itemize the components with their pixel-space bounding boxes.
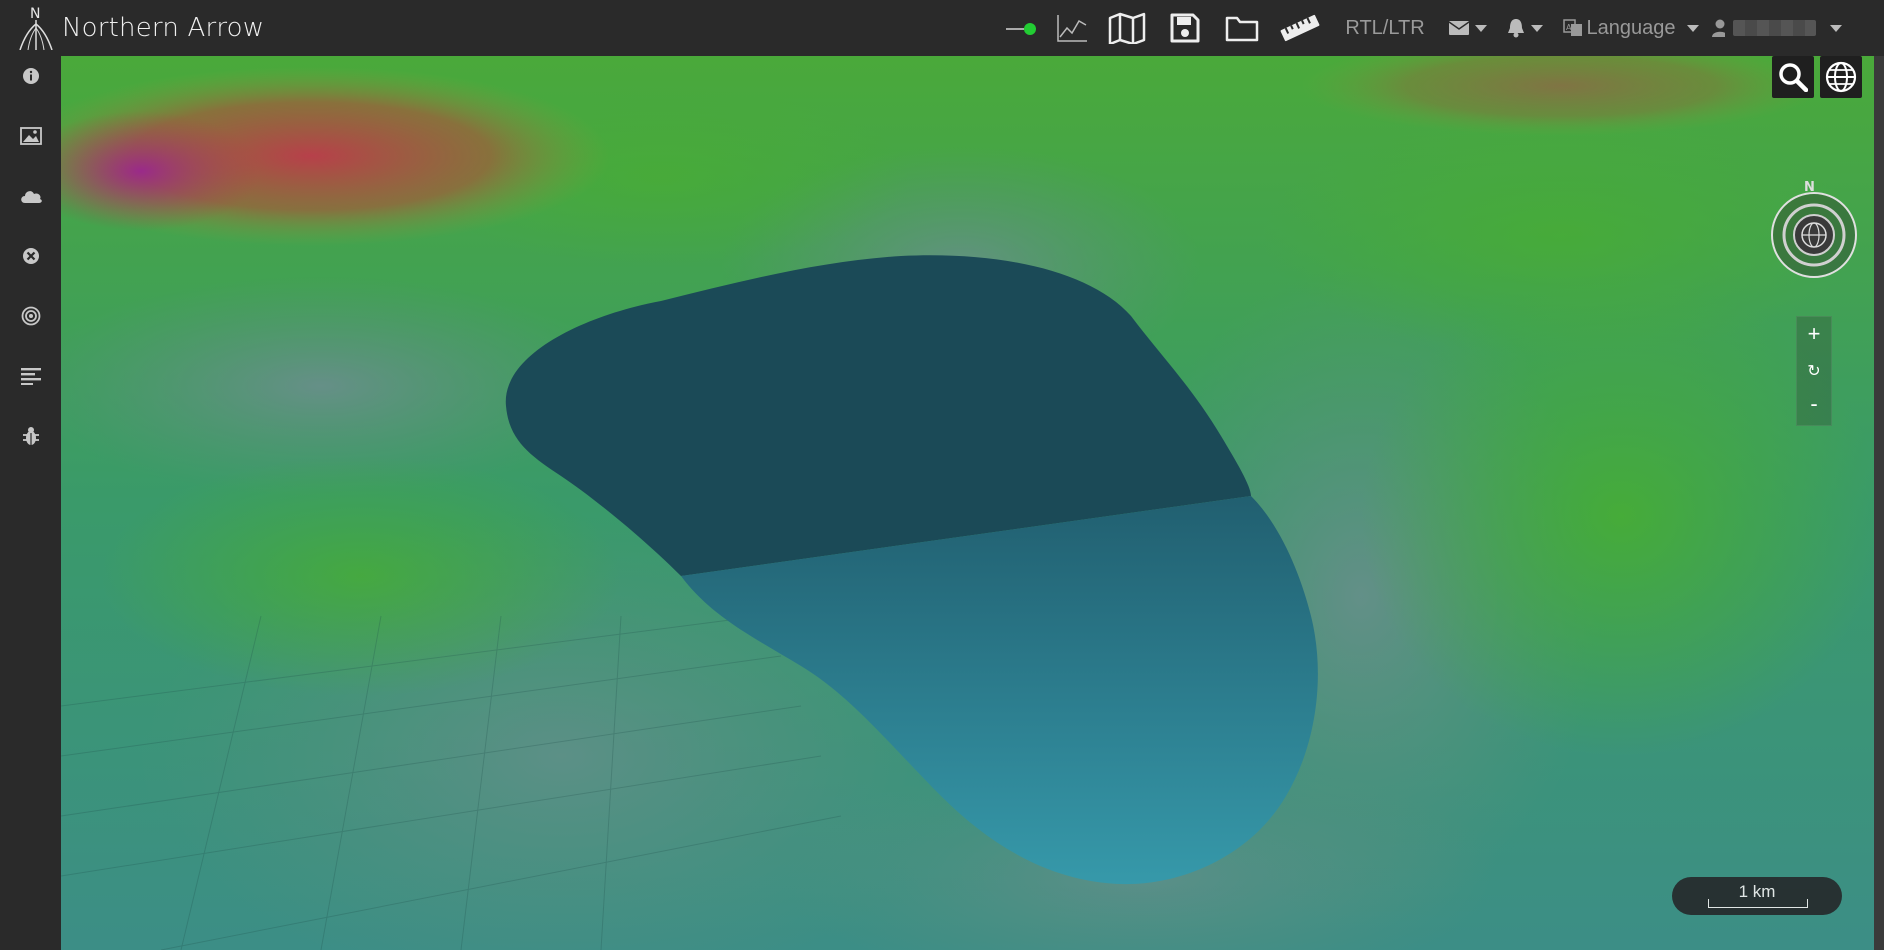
map-scale: 1 km	[1672, 877, 1842, 915]
zoom-out-button[interactable]: -	[1797, 387, 1831, 421]
svg-text:A: A	[1566, 23, 1572, 32]
map-search-button[interactable]	[1772, 56, 1814, 98]
direction-toggle-label: RTL/LTR	[1345, 16, 1425, 39]
search-icon	[1779, 63, 1808, 92]
map-button[interactable]	[1106, 0, 1148, 56]
bug-icon	[22, 427, 39, 445]
left-sidebar	[0, 56, 61, 950]
chevron-down-icon	[1687, 24, 1700, 32]
user-icon	[1712, 19, 1726, 37]
sidebar-target[interactable]	[0, 296, 61, 336]
navigation-compass[interactable]: N	[1770, 178, 1858, 278]
globe-icon	[1825, 61, 1857, 93]
line-chart-icon	[1057, 15, 1087, 42]
reset-view-button[interactable]: ↻	[1797, 354, 1831, 388]
top-bar: N Northern Arrow RTL/LTR A Language	[0, 0, 1884, 57]
northern-arrow-logo-icon: N	[14, 6, 60, 50]
measure-button[interactable]	[1278, 0, 1322, 56]
folder-icon	[1225, 16, 1259, 42]
envelope-icon	[1449, 21, 1469, 35]
cloud-icon	[20, 191, 42, 203]
zoom-controls: + ↻ -	[1796, 316, 1832, 426]
sidebar-layers[interactable]	[0, 356, 61, 396]
info-icon	[22, 68, 39, 84]
open-folder-button[interactable]	[1222, 0, 1262, 56]
profile-chart-button[interactable]	[1052, 0, 1092, 56]
user-dropdown[interactable]	[1712, 0, 1842, 56]
chevron-down-icon	[1830, 24, 1842, 32]
connection-status	[1000, 0, 1040, 56]
bell-icon	[1508, 19, 1524, 38]
brand[interactable]: N Northern Arrow	[14, 6, 264, 50]
chevron-down-icon	[1475, 24, 1487, 32]
user-name-redacted	[1733, 20, 1816, 36]
sidebar-debug[interactable]	[0, 416, 61, 456]
language-dropdown[interactable]: A Language	[1562, 0, 1700, 56]
map-viewport[interactable]	[61, 56, 1874, 950]
messages-dropdown[interactable]	[1446, 0, 1490, 56]
terrain-map	[61, 56, 1874, 950]
map-globe-button[interactable]	[1820, 56, 1862, 98]
chevron-down-icon	[1531, 24, 1543, 32]
sidebar-clear[interactable]	[0, 236, 61, 276]
ruler-icon	[1280, 14, 1320, 42]
align-left-icon	[20, 368, 41, 385]
close-circle-icon	[22, 248, 39, 264]
right-edge-panel	[1874, 56, 1884, 950]
sidebar-weather[interactable]	[0, 176, 61, 216]
status-connected-icon	[1006, 23, 1036, 35]
target-icon	[21, 306, 40, 326]
image-icon	[19, 127, 42, 145]
sidebar-info[interactable]	[0, 56, 61, 96]
language-label: Language	[1586, 16, 1676, 39]
map-icon	[1108, 12, 1146, 44]
app-title: Northern Arrow	[62, 13, 265, 43]
save-button[interactable]	[1166, 0, 1204, 56]
direction-toggle[interactable]: RTL/LTR	[1340, 0, 1430, 56]
floppy-disk-icon	[1170, 13, 1200, 43]
translate-icon: A	[1562, 19, 1582, 36]
scale-bar	[1708, 899, 1808, 908]
sidebar-imagery[interactable]	[0, 116, 61, 156]
notifications-dropdown[interactable]	[1504, 0, 1546, 56]
zoom-in-button[interactable]: +	[1797, 317, 1831, 351]
